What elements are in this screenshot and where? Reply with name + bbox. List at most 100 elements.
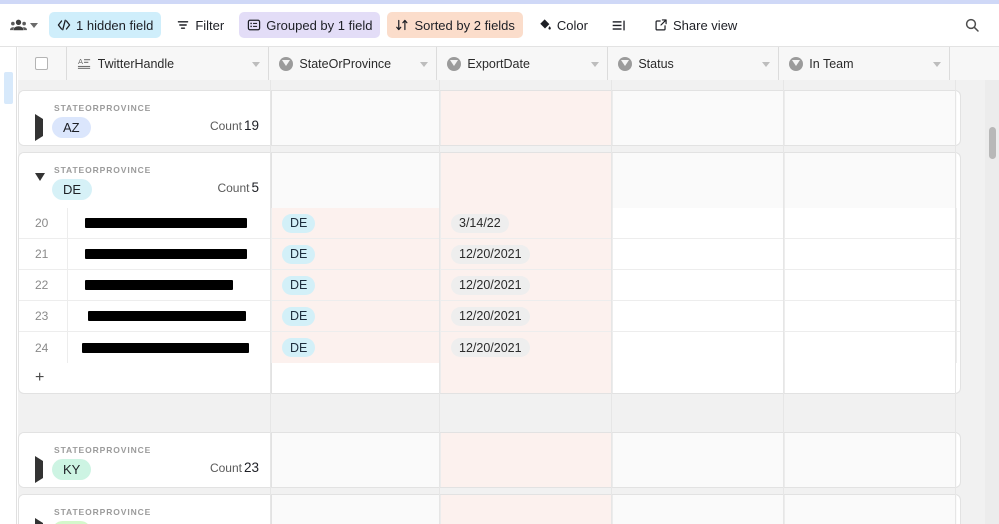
share-view-label: Share view (673, 17, 738, 33)
group-header-seg (272, 495, 441, 524)
cell-status[interactable] (613, 239, 785, 269)
group-header-ky[interactable]: STATEORPROVINCE KY Count 23 (18, 432, 961, 488)
cell-status[interactable] (613, 301, 785, 331)
left-rail (0, 47, 17, 524)
left-rail-highlight (4, 72, 13, 104)
group-block: STATEORPROVINCE TN Count43 (18, 494, 961, 524)
cell-exportdate[interactable]: 3/14/22 (441, 208, 613, 238)
group-header-de[interactable]: STATEORPROVINCE DE Count 5 (18, 152, 961, 208)
filter-button[interactable]: Filter (168, 12, 232, 38)
cell-stateorprovince[interactable]: DE (272, 208, 441, 238)
group-count: Count 23 (209, 460, 259, 475)
group-header-seg (785, 153, 957, 208)
sort-button[interactable]: Sorted by 2 fields (387, 12, 523, 38)
chevron-down-icon[interactable] (762, 61, 771, 67)
collaborators-button[interactable] (8, 12, 42, 38)
vertical-scrollbar-thumb[interactable] (989, 127, 996, 159)
group-count: Count 19 (209, 118, 259, 133)
cell-inteam[interactable] (785, 208, 957, 238)
cell-status[interactable] (613, 270, 785, 300)
add-record-button[interactable]: + (19, 363, 272, 393)
chevron-down-icon[interactable] (420, 61, 429, 67)
group-header-main: STATEORPROVINCE AZ Count 19 (19, 91, 272, 145)
group-header-seg (441, 153, 613, 208)
share-view-button[interactable]: Share view (646, 12, 745, 38)
table-row[interactable]: 22 DE 12/20/2021 (19, 270, 960, 301)
cell-inteam[interactable] (785, 270, 957, 300)
cell-status[interactable] (613, 332, 785, 363)
group-header-seg (785, 91, 957, 145)
select-all-checkbox[interactable] (35, 57, 49, 70)
table-row[interactable]: 24 DE 12/20/2021 (19, 332, 960, 363)
cell-exportdate[interactable]: 12/20/2021 (441, 301, 613, 331)
cell-stateorprovince[interactable]: DE (272, 332, 441, 363)
select-field-icon (618, 56, 633, 71)
column-header-label: In Team (809, 56, 854, 71)
column-header-status[interactable]: Status (608, 47, 780, 80)
cell-exportdate[interactable]: 12/20/2021 (441, 332, 613, 363)
group-icon (247, 18, 261, 32)
chevron-down-icon (30, 22, 38, 28)
filter-label: Filter (195, 17, 225, 33)
group-label: Grouped by 1 field (266, 17, 373, 33)
cell-inteam[interactable] (785, 239, 957, 269)
redacted-value (82, 342, 249, 353)
table-row[interactable]: 20 DE 3/14/22 (19, 208, 960, 239)
column-header-stateorprovince[interactable]: StateOrProvince (269, 47, 438, 80)
cell-exportdate[interactable]: 12/20/2021 (441, 270, 613, 300)
group-header-main: STATEORPROVINCE TN Count43 (19, 495, 272, 524)
state-pill: DE (282, 275, 316, 295)
group-expand-toggle[interactable] (35, 114, 43, 141)
share-icon (654, 18, 668, 32)
cell-twitterhandle[interactable] (68, 301, 272, 331)
table-row[interactable]: 21 DE 12/20/2021 (19, 239, 960, 270)
group-header-seg (613, 433, 785, 487)
paint-bucket-icon (538, 18, 552, 32)
column-rule (783, 80, 784, 524)
column-header-inteam[interactable]: In Team (779, 47, 951, 80)
state-pill: DE (282, 213, 316, 233)
column-header-exportdate[interactable]: ExportDate (437, 47, 609, 80)
group-collapse-toggle[interactable] (35, 173, 45, 199)
chevron-down-icon[interactable] (933, 61, 942, 67)
cell-stateorprovince[interactable]: DE (272, 270, 441, 300)
chevron-down-icon[interactable] (591, 61, 600, 67)
chevron-down-icon[interactable] (252, 61, 261, 67)
cell-inteam[interactable] (785, 301, 957, 331)
cell-status[interactable] (613, 208, 785, 238)
select-all-cell[interactable] (18, 47, 67, 80)
hidden-field-icon (57, 18, 71, 32)
group-expand-toggle[interactable] (35, 456, 43, 483)
cell-twitterhandle[interactable] (68, 270, 272, 300)
date-pill: 12/20/2021 (451, 244, 530, 264)
cell-twitterhandle[interactable] (68, 332, 272, 363)
cell-stateorprovince[interactable]: DE (272, 301, 441, 331)
group-header-az[interactable]: STATEORPROVINCE AZ Count 19 (18, 90, 961, 146)
view-toolbar: 1 hidden field Filter Grouped by 1 field (0, 4, 999, 47)
group-block: STATEORPROVINCE KY Count 23 (18, 432, 961, 488)
add-record-row[interactable]: + (18, 363, 961, 394)
table-row[interactable]: 23 DE 12/20/2021 (19, 301, 960, 332)
column-header-label: Status (638, 56, 674, 71)
cell-stateorprovince[interactable]: DE (272, 239, 441, 269)
cell-twitterhandle[interactable] (68, 239, 272, 269)
sort-icon (395, 18, 409, 32)
cell-twitterhandle[interactable] (68, 208, 272, 238)
vertical-scrollbar[interactable] (985, 80, 999, 524)
group-button[interactable]: Grouped by 1 field (239, 12, 381, 38)
cell-exportdate[interactable]: 12/20/2021 (441, 239, 613, 269)
row-number: 22 (19, 270, 68, 300)
data-grid: A TwitterHandle StateOrProvince ExportDa… (18, 47, 999, 524)
group-header-tn[interactable]: STATEORPROVINCE TN Count43 (18, 494, 961, 524)
date-pill: 12/20/2021 (451, 306, 530, 326)
column-header-twitterhandle[interactable]: A TwitterHandle (66, 47, 270, 80)
add-column-cell[interactable] (950, 47, 999, 80)
cell-inteam[interactable] (785, 332, 957, 363)
triangle-right-icon (35, 456, 43, 483)
row-height-button[interactable] (603, 12, 639, 38)
hidden-fields-button[interactable]: 1 hidden field (49, 12, 162, 38)
group-header-main: STATEORPROVINCE KY Count 23 (19, 433, 272, 487)
search-button[interactable] (957, 10, 987, 40)
add-row-seg (613, 363, 785, 393)
color-button[interactable]: Color (530, 12, 596, 38)
